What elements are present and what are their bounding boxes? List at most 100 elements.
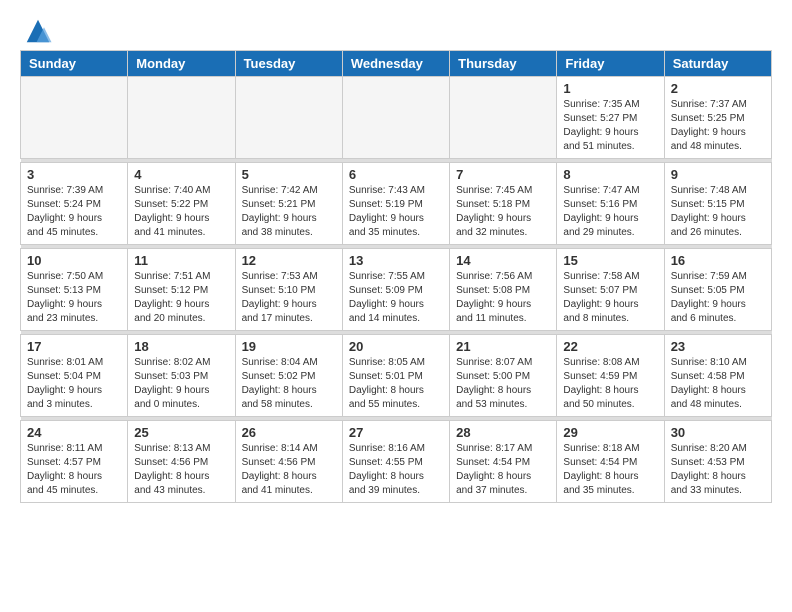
logo-icon [23, 16, 53, 46]
cell-info: Sunrise: 7:59 AM Sunset: 5:05 PM Dayligh… [671, 270, 765, 326]
day-cell-18: 18 Sunrise: 8:02 AM Sunset: 5:03 PM Dayli… [128, 335, 235, 417]
day-number: 13 [349, 253, 443, 268]
day-number: 29 [563, 425, 657, 440]
weekday-header-sunday: Sunday [21, 51, 128, 77]
day-number: 30 [671, 425, 765, 440]
weekday-header-saturday: Saturday [664, 51, 771, 77]
cell-info: Sunrise: 7:43 AM Sunset: 5:19 PM Dayligh… [349, 184, 443, 240]
empty-cell [128, 77, 235, 159]
cell-info: Sunrise: 7:48 AM Sunset: 5:15 PM Dayligh… [671, 184, 765, 240]
day-number: 5 [242, 167, 336, 182]
cell-info: Sunrise: 8:18 AM Sunset: 4:54 PM Dayligh… [563, 442, 657, 498]
week-row-1: 1 Sunrise: 7:35 AM Sunset: 5:27 PM Daylig… [21, 77, 772, 159]
week-row-4: 17 Sunrise: 8:01 AM Sunset: 5:04 PM Dayli… [21, 335, 772, 417]
cell-info: Sunrise: 8:11 AM Sunset: 4:57 PM Dayligh… [27, 442, 121, 498]
day-number: 6 [349, 167, 443, 182]
cell-info: Sunrise: 8:01 AM Sunset: 5:04 PM Dayligh… [27, 356, 121, 412]
cell-info: Sunrise: 8:13 AM Sunset: 4:56 PM Dayligh… [134, 442, 228, 498]
day-cell-28: 28Sunrise: 8:17 AM Sunset: 4:54 PM Dayli… [450, 421, 557, 503]
day-cell-20: 20 Sunrise: 8:05 AM Sunset: 5:01 PM Dayli… [342, 335, 449, 417]
cell-info: Sunrise: 7:40 AM Sunset: 5:22 PM Dayligh… [134, 184, 228, 240]
logo [20, 16, 53, 46]
cell-info: Sunrise: 8:04 AM Sunset: 5:02 PM Dayligh… [242, 356, 336, 412]
day-cell-12: 12Sunrise: 7:53 AM Sunset: 5:10 PM Dayli… [235, 249, 342, 331]
day-number: 27 [349, 425, 443, 440]
day-cell-27: 27 Sunrise: 8:16 AM Sunset: 4:55 PM Dayli… [342, 421, 449, 503]
day-cell-7: 7 Sunrise: 7:45 AM Sunset: 5:18 PM Daylig… [450, 163, 557, 245]
day-number: 2 [671, 81, 765, 96]
cell-info: Sunrise: 7:51 AM Sunset: 5:12 PM Dayligh… [134, 270, 228, 326]
day-number: 19 [242, 339, 336, 354]
day-number: 15 [563, 253, 657, 268]
day-number: 14 [456, 253, 550, 268]
day-cell-3: 3 Sunrise: 7:39 AM Sunset: 5:24 PM Daylig… [21, 163, 128, 245]
cell-info: Sunrise: 7:50 AM Sunset: 5:13 PM Dayligh… [27, 270, 121, 326]
cell-info: Sunrise: 7:42 AM Sunset: 5:21 PM Dayligh… [242, 184, 336, 240]
cell-info: Sunrise: 8:17 AM Sunset: 4:54 PM Dayligh… [456, 442, 550, 498]
day-number: 10 [27, 253, 121, 268]
cell-info: Sunrise: 7:58 AM Sunset: 5:07 PM Dayligh… [563, 270, 657, 326]
cell-info: Sunrise: 7:35 AM Sunset: 5:27 PM Dayligh… [563, 98, 657, 154]
weekday-header-friday: Friday [557, 51, 664, 77]
week-row-2: 3 Sunrise: 7:39 AM Sunset: 5:24 PM Daylig… [21, 163, 772, 245]
day-number: 22 [563, 339, 657, 354]
day-number: 3 [27, 167, 121, 182]
cell-info: Sunrise: 7:55 AM Sunset: 5:09 PM Dayligh… [349, 270, 443, 326]
weekday-header-thursday: Thursday [450, 51, 557, 77]
day-cell-6: 6 Sunrise: 7:43 AM Sunset: 5:19 PM Daylig… [342, 163, 449, 245]
day-number: 20 [349, 339, 443, 354]
day-cell-9: 9 Sunrise: 7:48 AM Sunset: 5:15 PM Daylig… [664, 163, 771, 245]
cell-info: Sunrise: 8:20 AM Sunset: 4:53 PM Dayligh… [671, 442, 765, 498]
cell-info: Sunrise: 8:16 AM Sunset: 4:55 PM Dayligh… [349, 442, 443, 498]
weekday-header-wednesday: Wednesday [342, 51, 449, 77]
cell-info: Sunrise: 8:10 AM Sunset: 4:58 PM Dayligh… [671, 356, 765, 412]
day-number: 7 [456, 167, 550, 182]
cell-info: Sunrise: 8:07 AM Sunset: 5:00 PM Dayligh… [456, 356, 550, 412]
cell-info: Sunrise: 8:02 AM Sunset: 5:03 PM Dayligh… [134, 356, 228, 412]
day-cell-26: 26 Sunrise: 8:14 AM Sunset: 4:56 PM Dayli… [235, 421, 342, 503]
day-cell-4: 4 Sunrise: 7:40 AM Sunset: 5:22 PM Daylig… [128, 163, 235, 245]
day-cell-13: 13 Sunrise: 7:55 AM Sunset: 5:09 PM Dayli… [342, 249, 449, 331]
cell-info: Sunrise: 8:14 AM Sunset: 4:56 PM Dayligh… [242, 442, 336, 498]
day-number: 12 [242, 253, 336, 268]
cell-info: Sunrise: 7:45 AM Sunset: 5:18 PM Dayligh… [456, 184, 550, 240]
day-cell-21: 21Sunrise: 8:07 AM Sunset: 5:00 PM Dayli… [450, 335, 557, 417]
day-number: 17 [27, 339, 121, 354]
day-number: 9 [671, 167, 765, 182]
empty-cell [235, 77, 342, 159]
day-number: 26 [242, 425, 336, 440]
day-number: 8 [563, 167, 657, 182]
cell-info: Sunrise: 7:56 AM Sunset: 5:08 PM Dayligh… [456, 270, 550, 326]
cell-info: Sunrise: 7:37 AM Sunset: 5:25 PM Dayligh… [671, 98, 765, 154]
day-cell-23: 23 Sunrise: 8:10 AM Sunset: 4:58 PM Dayli… [664, 335, 771, 417]
cell-info: Sunrise: 7:47 AM Sunset: 5:16 PM Dayligh… [563, 184, 657, 240]
day-cell-1: 1 Sunrise: 7:35 AM Sunset: 5:27 PM Daylig… [557, 77, 664, 159]
day-number: 23 [671, 339, 765, 354]
day-number: 11 [134, 253, 228, 268]
day-number: 18 [134, 339, 228, 354]
weekday-header-monday: Monday [128, 51, 235, 77]
day-number: 24 [27, 425, 121, 440]
day-cell-5: 5 Sunrise: 7:42 AM Sunset: 5:21 PM Daylig… [235, 163, 342, 245]
empty-cell [342, 77, 449, 159]
day-cell-29: 29 Sunrise: 8:18 AM Sunset: 4:54 PM Dayli… [557, 421, 664, 503]
day-number: 4 [134, 167, 228, 182]
day-number: 25 [134, 425, 228, 440]
day-cell-22: 22 Sunrise: 8:08 AM Sunset: 4:59 PM Dayli… [557, 335, 664, 417]
cell-info: Sunrise: 8:08 AM Sunset: 4:59 PM Dayligh… [563, 356, 657, 412]
day-number: 1 [563, 81, 657, 96]
cell-info: Sunrise: 8:05 AM Sunset: 5:01 PM Dayligh… [349, 356, 443, 412]
week-row-3: 10 Sunrise: 7:50 AM Sunset: 5:13 PM Dayli… [21, 249, 772, 331]
empty-cell [21, 77, 128, 159]
day-number: 16 [671, 253, 765, 268]
day-cell-14: 14 Sunrise: 7:56 AM Sunset: 5:08 PM Dayli… [450, 249, 557, 331]
day-cell-17: 17 Sunrise: 8:01 AM Sunset: 5:04 PM Dayli… [21, 335, 128, 417]
day-cell-10: 10 Sunrise: 7:50 AM Sunset: 5:13 PM Dayli… [21, 249, 128, 331]
day-cell-24: 24 Sunrise: 8:11 AM Sunset: 4:57 PM Dayli… [21, 421, 128, 503]
weekday-header-tuesday: Tuesday [235, 51, 342, 77]
day-cell-8: 8 Sunrise: 7:47 AM Sunset: 5:16 PM Daylig… [557, 163, 664, 245]
cell-info: Sunrise: 7:39 AM Sunset: 5:24 PM Dayligh… [27, 184, 121, 240]
day-cell-11: 11 Sunrise: 7:51 AM Sunset: 5:12 PM Dayli… [128, 249, 235, 331]
week-row-5: 24 Sunrise: 8:11 AM Sunset: 4:57 PM Dayli… [21, 421, 772, 503]
weekday-header-row: SundayMondayTuesdayWednesdayThursdayFrid… [21, 51, 772, 77]
